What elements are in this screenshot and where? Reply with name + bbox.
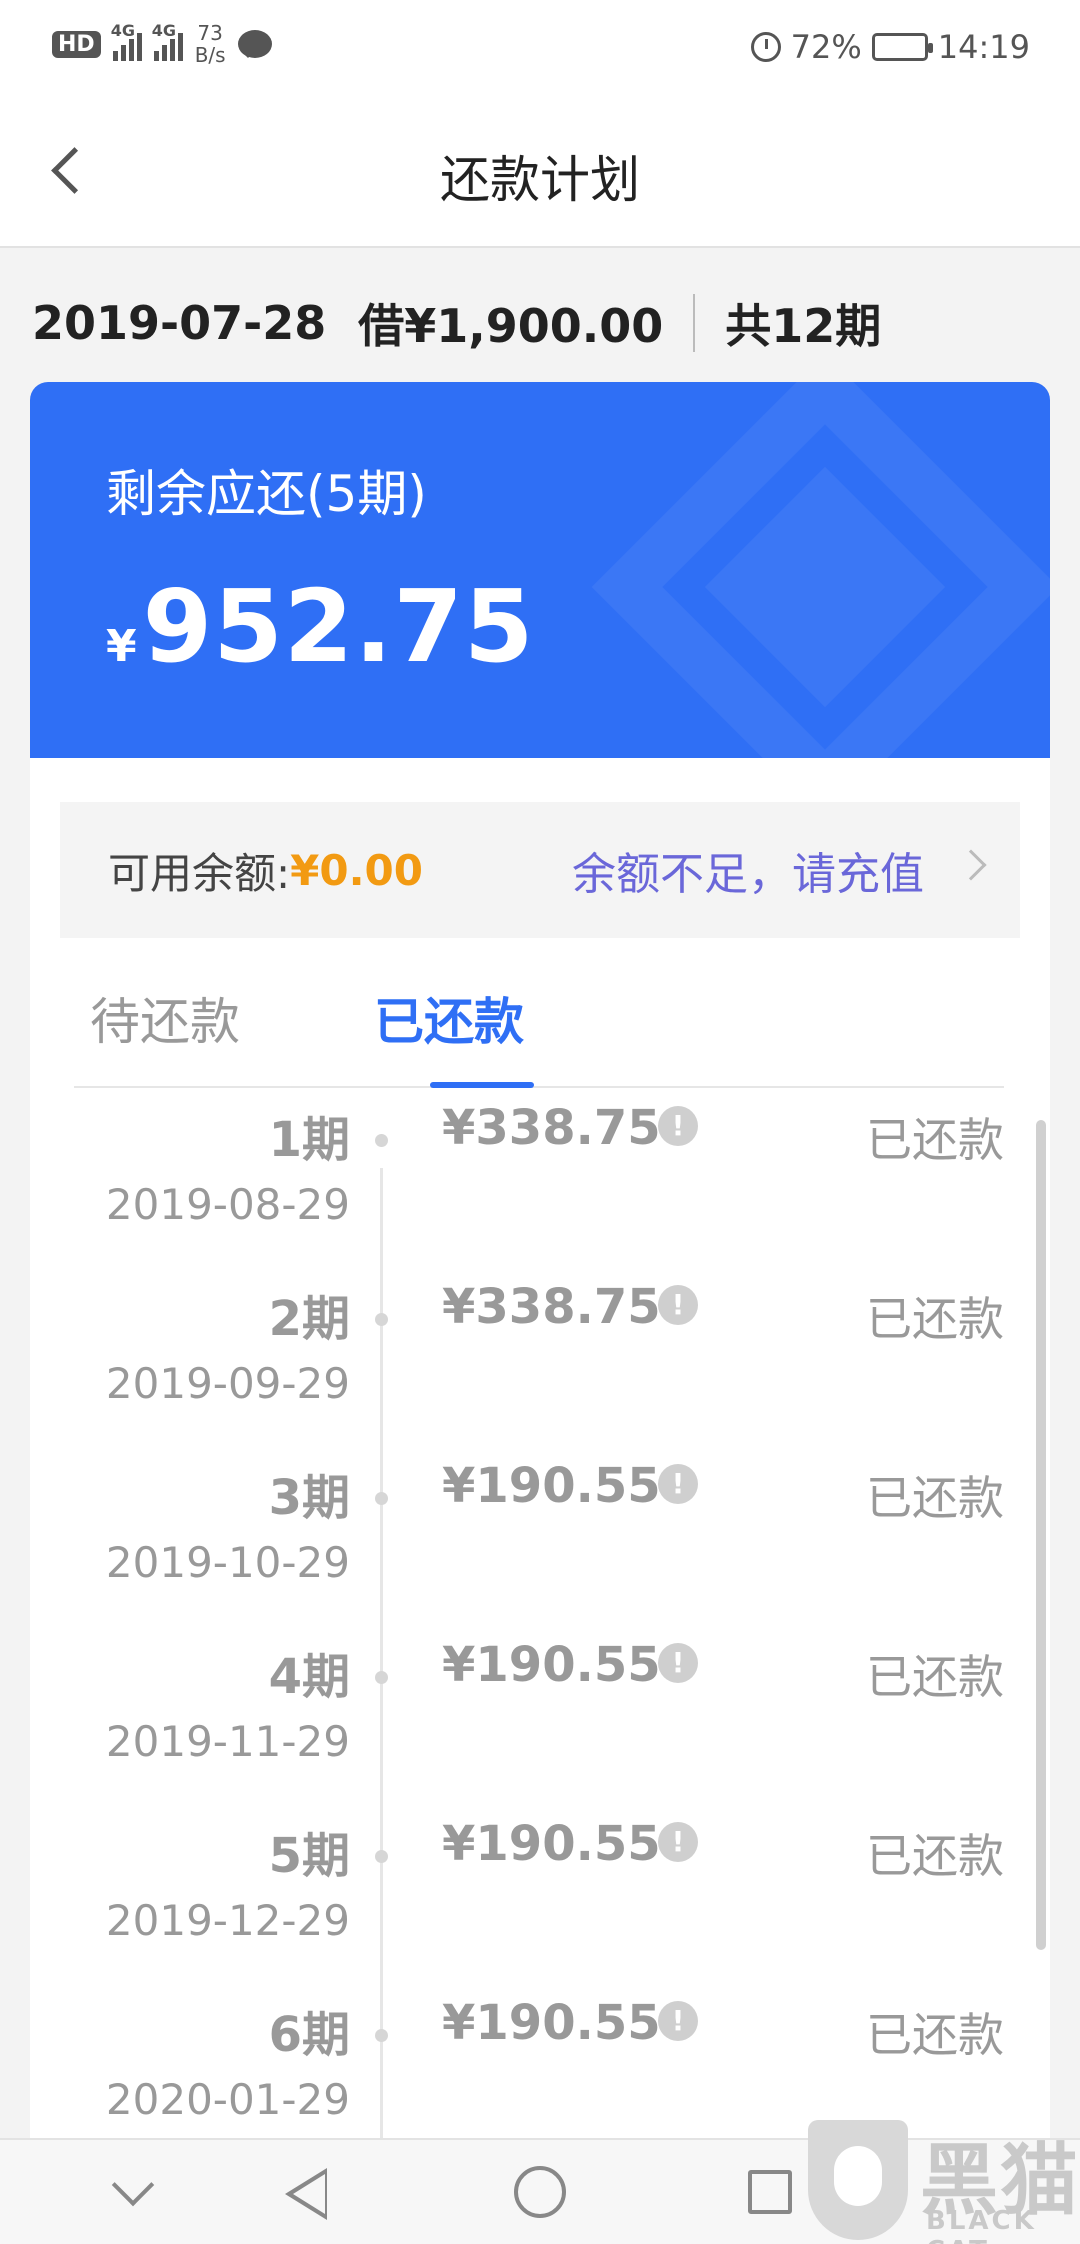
battery-percent: 72% [790, 28, 862, 66]
period-number: 5期 [268, 1828, 350, 1884]
list-item[interactable]: 2期 2019-09-29 ¥338.75 ! 已还款 [30, 1277, 1050, 1456]
due-date: 2019-11-29 [105, 1717, 350, 1766]
period-number: 6期 [268, 2007, 350, 2063]
recharge-link[interactable]: 余额不足，请充值 [572, 838, 924, 902]
list-item[interactable]: 3期 2019-10-29 ¥190.55 ! 已还款 [30, 1456, 1050, 1635]
installment-amount: ¥190.55 [442, 1995, 661, 2051]
period-number: 1期 [268, 1112, 350, 1168]
divider [693, 294, 696, 352]
due-date: 2019-12-29 [105, 1896, 350, 1945]
nav-back-icon[interactable] [285, 2168, 327, 2220]
info-icon[interactable]: ! [658, 1106, 698, 1146]
installment-amount: ¥190.55 [442, 1816, 661, 1872]
scrollbar[interactable] [1036, 1120, 1046, 1950]
balance-bar[interactable]: 可用余额: ¥0.00 余额不足，请充值 [60, 802, 1020, 938]
due-date: 2019-10-29 [105, 1538, 350, 1587]
signal-icon: 4G [152, 21, 183, 61]
network-speed: 73 B/s [194, 21, 226, 67]
remaining-label: 剩余应还(5期) [106, 465, 427, 523]
list-item[interactable]: 4期 2019-11-29 ¥190.55 ! 已还款 [30, 1635, 1050, 1814]
remaining-amount: ¥ 952.75 [106, 568, 535, 685]
list-item[interactable]: 5期 2019-12-29 ¥190.55 ! 已还款 [30, 1814, 1050, 1993]
status-left: HD 4G 4G 73 B/s [52, 21, 272, 67]
info-icon[interactable]: ! [658, 1643, 698, 1683]
remaining-card: 剩余应还(5期) ¥ 952.75 [30, 382, 1050, 758]
active-tab-indicator [430, 1082, 534, 1088]
status-label: 已还款 [866, 1471, 1004, 1525]
signal-icon: 4G [111, 21, 142, 61]
info-icon[interactable]: ! [658, 2001, 698, 2041]
installment-amount: ¥190.55 [442, 1458, 661, 1514]
nav-recent-icon[interactable] [748, 2170, 792, 2214]
timeline-dot [375, 1671, 388, 1684]
nav-home-icon[interactable] [514, 2166, 566, 2218]
watermark-logo: 黑猫 BLACK CAT [808, 2120, 1080, 2244]
tab-pending[interactable]: 待还款 [90, 982, 240, 1054]
installment-list[interactable]: 1期 2019-08-29 ¥338.75 ! 已还款 2期 2019-09-2… [30, 1098, 1050, 2198]
status-bar: HD 4G 4G 73 B/s 72% 14:19 [0, 0, 1080, 100]
installment-amount: ¥338.75 [442, 1279, 661, 1335]
status-label: 已还款 [866, 1650, 1004, 1704]
cat-shield-icon [808, 2120, 908, 2240]
info-icon[interactable]: ! [658, 1822, 698, 1862]
list-item[interactable]: 1期 2019-08-29 ¥338.75 ! 已还款 [30, 1098, 1050, 1277]
watermark-en: BLACK CAT [926, 2206, 1037, 2244]
status-right: 72% 14:19 [750, 28, 1030, 66]
timeline-dot [375, 2029, 388, 2042]
alarm-icon [750, 32, 781, 62]
period-number: 2期 [268, 1291, 350, 1347]
currency-symbol: ¥ [106, 621, 137, 672]
due-date: 2020-01-29 [105, 2075, 350, 2124]
timeline-dot [375, 1492, 388, 1505]
clock: 14:19 [937, 28, 1030, 66]
installment-amount: ¥190.55 [442, 1637, 661, 1693]
balance-label: 可用余额: [108, 848, 291, 898]
chat-bubble-icon [237, 30, 272, 58]
status-label: 已还款 [866, 1829, 1004, 1883]
due-date: 2019-09-29 [105, 1359, 350, 1408]
timeline-dot [375, 1134, 388, 1147]
nav-bar: 还款计划 [0, 100, 1080, 248]
period-number: 4期 [268, 1649, 350, 1705]
hd-badge: HD [52, 30, 101, 58]
tab-paid[interactable]: 已还款 [374, 982, 524, 1054]
chevron-right-icon[interactable] [955, 849, 987, 881]
status-label: 已还款 [866, 2008, 1004, 2062]
repayment-panel: 可用余额: ¥0.00 余额不足，请充值 待还款 已还款 1期 2019-08-… [30, 758, 1050, 2198]
loan-amount: 借¥1,900.00 [358, 299, 664, 353]
loan-summary: 2019-07-28 借¥1,900.00 共12期 [32, 290, 881, 356]
battery-icon [871, 33, 933, 61]
timeline-dot [375, 1313, 388, 1326]
info-icon[interactable]: ! [658, 1285, 698, 1325]
due-date: 2019-08-29 [105, 1180, 350, 1229]
installment-amount: ¥338.75 [442, 1100, 661, 1156]
info-icon[interactable]: ! [658, 1464, 698, 1504]
remaining-amount-value: 952.75 [142, 568, 535, 685]
status-label: 已还款 [866, 1292, 1004, 1346]
tab-bar: 待还款 已还款 [74, 952, 1004, 1088]
loan-periods: 共12期 [725, 299, 882, 353]
balance-amount: ¥0.00 [290, 845, 424, 895]
timeline-dot [375, 1850, 388, 1863]
status-label: 已还款 [866, 1113, 1004, 1167]
page-title: 还款计划 [440, 151, 640, 209]
nav-down-icon[interactable] [111, 2163, 155, 2207]
loan-date: 2019-07-28 [32, 296, 327, 350]
period-number: 3期 [268, 1470, 350, 1526]
